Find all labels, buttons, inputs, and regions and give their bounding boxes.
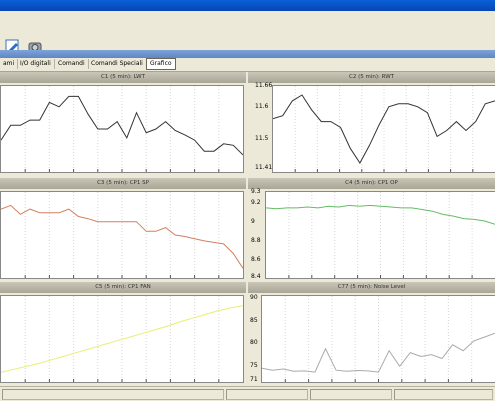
chart-panel-c5: C5 (5 min): CP1 FAN: [0, 282, 246, 384]
chart-plot-c2: [272, 85, 495, 173]
y-tick: 90: [250, 294, 258, 301]
chart-plot-c4: [265, 191, 495, 279]
chart-panel-c4: C4 (5 min): CP1 OP 9.3 9.2 9 8.8 8.6 8.4: [248, 178, 495, 281]
y-tick: 11.6: [255, 103, 269, 110]
status-cell: [394, 389, 493, 400]
chart-panel-c1: C1 (5 min): LWT: [0, 72, 246, 175]
chart-plot-c77: [261, 295, 495, 383]
chart-panel-c2: C2 (5 min): RWT 11.66 11.6 11.5 11.41: [248, 72, 495, 175]
tab-bar: ami I/O digitali Comandi Comandi Special…: [0, 58, 495, 72]
y-tick: 9.3: [251, 188, 261, 195]
y-tick: 75: [250, 362, 258, 369]
chart-title: C1 (5 min): LWT: [0, 72, 246, 83]
chart-plot-c5: [0, 295, 244, 383]
series-line: [261, 332, 495, 373]
y-tick: 8.4: [251, 273, 261, 280]
chart-panel-c3: C3 (5 min): CP1 SP: [0, 178, 246, 281]
y-tick: 9.2: [251, 199, 261, 206]
chart-title: C2 (5 min): RWT: [248, 72, 495, 83]
chart-title: C77 (5 min): Noise Level: [248, 282, 495, 293]
chart-title: C5 (5 min): CP1 FAN: [0, 282, 246, 293]
chart-plot-c3: [0, 191, 244, 279]
window-titlebar: [0, 0, 495, 11]
y-tick: 11.5: [255, 135, 269, 142]
chart-title: C4 (5 min): CP1 OP: [248, 178, 495, 189]
tab-io-digitali[interactable]: I/O digitali: [17, 59, 55, 69]
tab-comandi-speciali[interactable]: Comandi Speciali: [88, 59, 147, 69]
y-tick: 71: [250, 376, 258, 383]
tab-comandi[interactable]: Comandi: [55, 59, 89, 69]
y-tick: 11.41: [255, 164, 273, 171]
status-cell: [2, 389, 224, 400]
chart-plot-c1: [0, 85, 244, 173]
status-cell: [226, 389, 308, 400]
status-cell: [310, 389, 392, 400]
series-line: [265, 204, 495, 225]
y-tick: 8.8: [251, 237, 261, 244]
chart-title: C3 (5 min): CP1 SP: [0, 178, 246, 189]
tab-grafico[interactable]: Grafico: [146, 58, 176, 70]
chart-area: C1 (5 min): LWT C2 (5 min): RWT 11.66 11…: [0, 72, 495, 384]
panel-header-strip: [0, 50, 495, 58]
status-bar: [0, 386, 495, 401]
tab-ami[interactable]: ami: [0, 59, 19, 69]
y-tick: 8.6: [251, 256, 261, 263]
y-tick: 85: [250, 317, 258, 324]
chart-panel-c77: C77 (5 min): Noise Level 90 85 80 75 71: [248, 282, 495, 384]
y-tick: 80: [250, 339, 258, 346]
y-tick: 9: [251, 218, 255, 225]
y-tick: 11.66: [255, 82, 273, 89]
